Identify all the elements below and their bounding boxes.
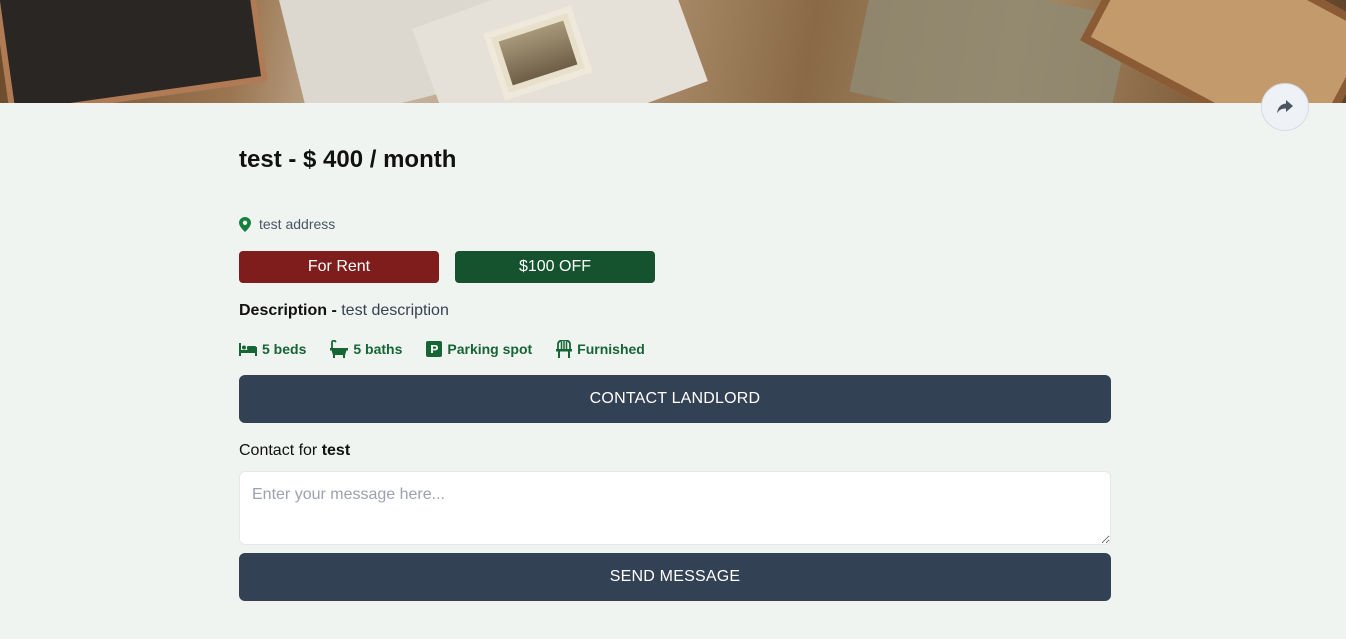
discount-badge: $100 OFF <box>455 251 655 283</box>
description-text: test description <box>341 302 449 319</box>
description-label: Description <box>239 302 328 319</box>
amenity-beds-label: 5 beds <box>262 341 307 357</box>
amenities-list: 5 beds 5 baths Parking spot Furnished <box>239 340 645 358</box>
message-input[interactable] <box>239 471 1111 545</box>
listing-address: test address <box>239 216 335 232</box>
amenity-baths-label: 5 baths <box>353 341 403 357</box>
listing-name: test <box>239 146 282 173</box>
map-pin-icon <box>239 216 251 232</box>
listing-price: $ 400 / month <box>303 146 457 173</box>
contact-landlord-button[interactable]: CONTACT LANDLORD <box>239 375 1111 423</box>
contact-for-prefix: Contact for <box>239 442 322 459</box>
amenity-parking: Parking spot <box>426 341 532 357</box>
amenity-baths: 5 baths <box>330 340 402 358</box>
bathtub-icon <box>330 340 349 358</box>
contact-for-label: Contact for test <box>239 442 350 460</box>
share-arrow-icon <box>1277 100 1293 114</box>
description-separator: - <box>327 302 342 319</box>
listing-description: Description - test description <box>239 302 449 320</box>
amenity-parking-label: Parking spot <box>447 341 533 357</box>
for-rent-badge: For Rent <box>239 251 439 283</box>
hero-banner-image <box>0 0 1346 103</box>
contact-for-name: test <box>321 442 351 459</box>
amenity-beds: 5 beds <box>239 341 306 357</box>
bed-icon <box>239 342 257 356</box>
amenity-furnished: Furnished <box>556 340 645 358</box>
parking-icon <box>426 341 443 357</box>
listing-title: test - $ 400 / month <box>239 146 456 174</box>
address-text: test address <box>259 216 336 232</box>
chair-icon <box>556 340 573 358</box>
amenity-furnished-label: Furnished <box>577 341 645 357</box>
send-message-button[interactable]: SEND MESSAGE <box>239 553 1111 601</box>
title-separator: - <box>288 146 297 173</box>
share-button[interactable] <box>1261 83 1309 131</box>
